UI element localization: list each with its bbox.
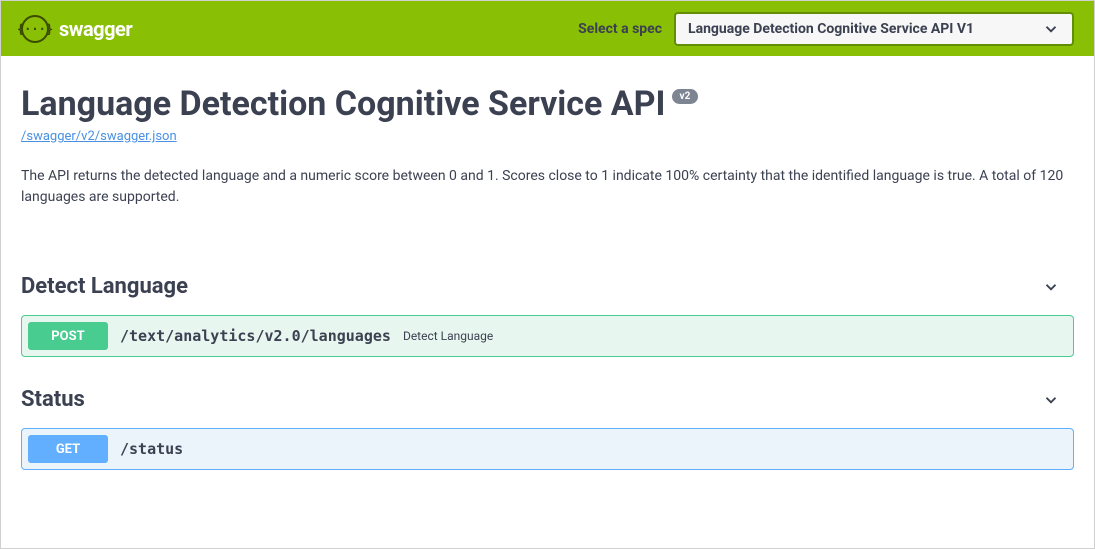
spec-url-link[interactable]: /swagger/v2/swagger.json bbox=[21, 129, 177, 144]
spec-select-label: Select a spec bbox=[578, 21, 662, 37]
api-description: The API returns the detected language an… bbox=[21, 166, 1074, 208]
operation-path: /text/analytics/v2.0/languages bbox=[120, 327, 391, 345]
api-title-text: Language Detection Cognitive Service API bbox=[21, 86, 666, 123]
tag-detect-language: Detect Language POST /text/analytics/v2.… bbox=[21, 268, 1074, 357]
chevron-down-icon bbox=[1042, 278, 1060, 296]
method-badge-post: POST bbox=[28, 322, 108, 350]
main-content: Language Detection Cognitive Service API… bbox=[1, 56, 1094, 490]
tag-header-status[interactable]: Status bbox=[21, 381, 1074, 418]
topbar: {···} swagger Select a spec Language Det… bbox=[1, 1, 1094, 56]
chevron-down-icon bbox=[1042, 20, 1060, 38]
operation-get-status[interactable]: GET /status bbox=[21, 428, 1074, 470]
method-badge-get: GET bbox=[28, 435, 108, 463]
tag-name: Detect Language bbox=[21, 274, 188, 299]
swagger-logo-icon: {···} bbox=[21, 15, 49, 43]
spec-selector-wrapper: Select a spec Language Detection Cogniti… bbox=[578, 12, 1074, 46]
operation-path: /status bbox=[120, 440, 183, 458]
version-badge: v2 bbox=[672, 89, 699, 104]
api-title: Language Detection Cognitive Service API… bbox=[21, 86, 698, 123]
tag-name: Status bbox=[21, 387, 85, 412]
tag-header-detect[interactable]: Detect Language bbox=[21, 268, 1074, 305]
operation-post-languages[interactable]: POST /text/analytics/v2.0/languages Dete… bbox=[21, 315, 1074, 357]
operation-summary: Detect Language bbox=[403, 329, 493, 343]
spec-select[interactable]: Language Detection Cognitive Service API… bbox=[674, 12, 1074, 46]
spec-select-value: Language Detection Cognitive Service API… bbox=[688, 21, 974, 37]
tag-status: Status GET /status bbox=[21, 381, 1074, 470]
chevron-down-icon bbox=[1042, 391, 1060, 409]
topbar-brand: {···} swagger bbox=[21, 15, 132, 43]
swagger-logo-text: swagger bbox=[59, 17, 132, 41]
